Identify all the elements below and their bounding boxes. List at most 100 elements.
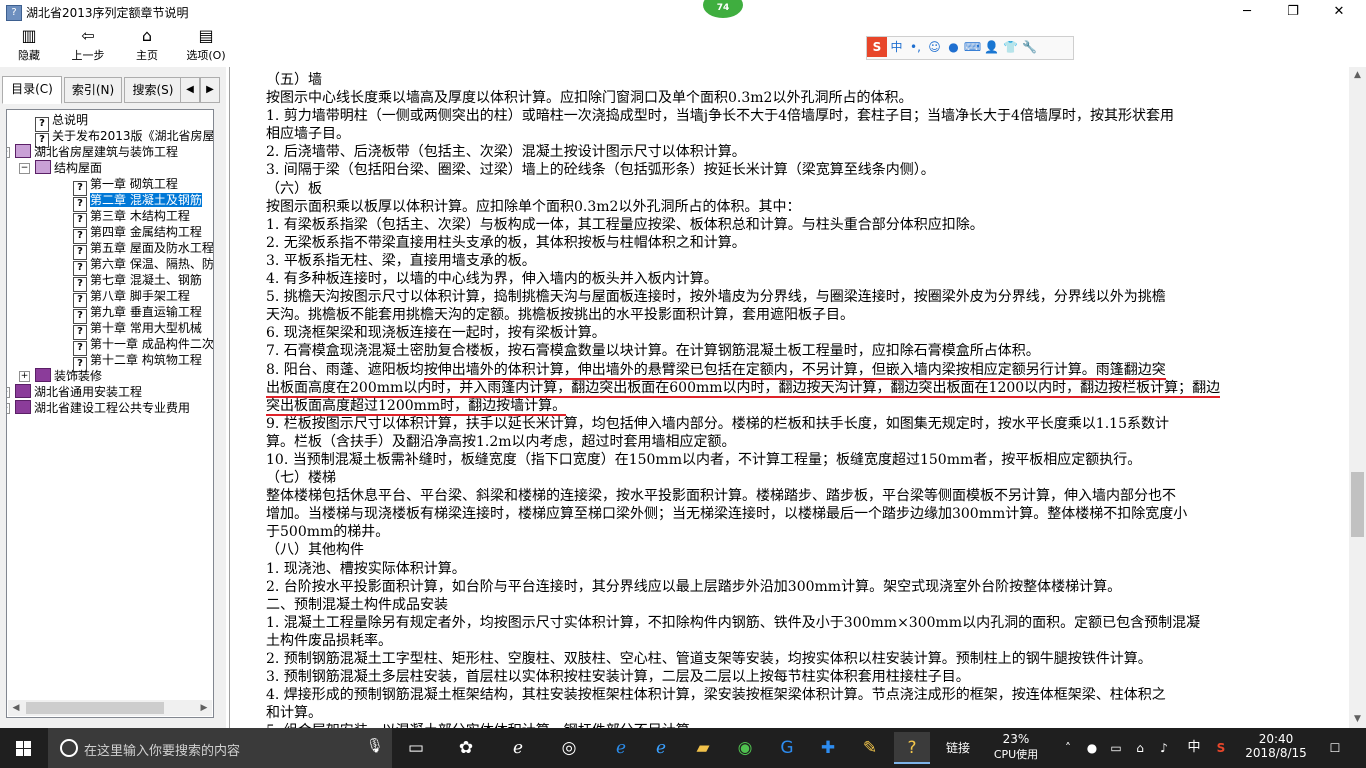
tree-item-label: 第二章 混凝土及钢筋 <box>90 193 202 207</box>
hide-icon: ▥ <box>21 26 37 45</box>
ime-mode[interactable]: 中 <box>887 37 906 57</box>
tree-item[interactable]: ? 第四章 金属结构工程 <box>73 224 202 244</box>
tree-item-label: 第三章 木结构工程 <box>90 209 190 223</box>
tree-item[interactable]: ? 第八章 脚手架工程 <box>73 288 190 308</box>
tree-item[interactable]: ? 第九章 垂直运输工程 <box>73 304 202 324</box>
close-button[interactable]: ✕ <box>1316 0 1362 24</box>
ime-toolbar[interactable]: S 中 •, ☺ ● ⌨ 👤 👕 🔧 <box>866 36 1074 60</box>
text-line: 6. 现浇框架梁和现浇板连接在一起时，按有梁板计算。 <box>266 325 606 342</box>
tab-scroll-left-button[interactable]: ◀ <box>180 77 200 103</box>
collapse-icon[interactable]: − <box>7 147 10 158</box>
emoji-icon[interactable]: ☺ <box>925 37 944 57</box>
text-line: 3. 间隔于梁（包括阳台梁、圈梁、过梁）墙上的砼线条（包括弧形条）按延长米计算（… <box>266 162 935 179</box>
cpu-usage[interactable]: 23% CPU使用 <box>984 728 1048 768</box>
tree-item[interactable]: ? 第三章 木结构工程 <box>73 208 190 228</box>
battery-icon[interactable]: ▭ <box>1106 728 1126 768</box>
tree-item[interactable]: ? 第十二章 构筑物工程 <box>73 352 202 372</box>
user-icon[interactable]: 👤 <box>982 37 1001 57</box>
maximize-button[interactable]: ❐ <box>1270 0 1316 24</box>
clock[interactable]: 20:40 2018/8/15 <box>1236 728 1316 768</box>
contents-tree[interactable]: ?总说明?关于发布2013版《湖北省房屋−湖北省房屋建筑与装饰工程−结构屋面?第… <box>6 109 214 718</box>
tree-horizontal-scrollbar[interactable]: ◀ ▶ <box>8 700 212 716</box>
content-pane: （五）墙 按图示中心线长度乘以墙高及厚度以体积计算。应扣除门窗洞口及单个面积0.3… <box>229 67 1350 728</box>
tree-item[interactable]: ? 第一章 砌筑工程 <box>73 176 178 196</box>
tree-item[interactable]: ? 第七章 混凝土、钢筋 <box>73 272 202 292</box>
notification-badge[interactable]: 74 <box>703 0 743 18</box>
help-app-icon[interactable]: ? <box>894 732 930 764</box>
ie-browser-icon[interactable]: ℯ <box>500 732 536 764</box>
start-button[interactable] <box>0 728 48 768</box>
options-button[interactable]: ▤ 选项(O) <box>182 24 230 66</box>
tree-item[interactable]: ? 第五章 屋面及防水工程 <box>73 240 213 260</box>
tab-contents[interactable]: 目录(C) <box>2 76 62 104</box>
text-line: 5. 挑檐天沟按图示尺寸以体积计算，捣制挑檐天沟与屋面板连接时，按外墙皮为分界线… <box>266 289 1166 306</box>
scroll-thumb[interactable] <box>26 702 164 714</box>
plus-app-icon[interactable]: ✚ <box>810 732 846 764</box>
voice-icon[interactable]: ● <box>944 37 963 57</box>
punctuation-icon[interactable]: •, <box>906 37 925 57</box>
tree-item[interactable]: + 湖北省建设工程公共专业费用 <box>7 400 190 416</box>
toolbar: ▥ 隐藏 ⇦ 上一步 ⌂ 主页 ▤ 选项(O) S 中 •, ☺ ● ⌨ 👤 👕 🔧 <box>0 24 1366 67</box>
tree-item-label: 总说明 <box>52 113 89 127</box>
internet-explorer-icon[interactable]: ℯ <box>643 732 679 764</box>
tree-item[interactable]: ? 第十章 常用大型机械 <box>73 320 202 340</box>
tree-item[interactable]: + 湖北省通用安装工程 <box>7 384 142 400</box>
tree-item[interactable]: − 湖北省房屋建筑与装饰工程 <box>7 144 179 160</box>
scroll-right-arrow-icon[interactable]: ▶ <box>196 700 212 716</box>
microphone-icon[interactable]: 🎙 <box>366 738 384 754</box>
tree-item-label: 第七章 混凝土、钢筋 <box>90 273 202 287</box>
text-line: 相应墙子目。 <box>266 126 350 143</box>
book-icon <box>35 368 51 382</box>
links-toolbar[interactable]: 链接 <box>940 728 976 768</box>
hide-button[interactable]: ▥ 隐藏 <box>6 24 52 66</box>
text-line: 突出板面高度超过1200mm时，翻边按墙计算。 <box>266 397 1344 416</box>
expand-icon[interactable]: + <box>7 403 10 414</box>
collapse-icon[interactable]: − <box>19 163 30 174</box>
tree-item[interactable]: ? 第十一章 成品构件二次 <box>73 336 213 356</box>
tree-item[interactable]: ? 关于发布2013版《湖北省房屋 <box>35 128 213 148</box>
edge-icon[interactable]: ℯ <box>603 732 639 764</box>
sogou-logo-icon[interactable]: S <box>867 37 887 57</box>
volume-icon[interactable]: ♪ <box>1154 728 1174 768</box>
file-explorer-icon[interactable]: ▰ <box>685 732 721 764</box>
skin-icon[interactable]: 👕 <box>1001 37 1020 57</box>
settings-wrench-icon[interactable]: 🔧 <box>1020 37 1039 57</box>
tree-item[interactable]: ? 第二章 混凝土及钢筋 <box>73 192 202 212</box>
ime-language[interactable]: 中 <box>1184 728 1204 768</box>
g-app-icon[interactable]: G <box>769 732 805 764</box>
tree-item[interactable]: + 装饰装修 <box>19 368 102 384</box>
show-hidden-icons-icon[interactable]: ˄ <box>1058 728 1078 768</box>
tab-scroll-right-button[interactable]: ▶ <box>200 77 220 103</box>
tree-item[interactable]: ? 总说明 <box>35 112 89 132</box>
expand-icon[interactable]: + <box>19 371 30 382</box>
back-button[interactable]: ⇦ 上一步 <box>64 24 112 66</box>
green-app-icon[interactable]: ◉ <box>727 732 763 764</box>
home-button[interactable]: ⌂ 主页 <box>126 24 168 66</box>
expand-icon[interactable]: + <box>7 387 10 398</box>
text-line: 2. 预制钢筋混凝土工字型柱、矩形柱、空腹柱、双肢柱、空心柱、管道支架等安装，均… <box>266 651 1152 667</box>
tab-index[interactable]: 索引(N) <box>64 77 122 103</box>
sogou-tray-icon[interactable]: S <box>1210 728 1232 768</box>
tree-item-label: 湖北省房屋建筑与装饰工程 <box>34 145 179 159</box>
content-vertical-scrollbar[interactable]: ▲ ▼ <box>1349 67 1366 728</box>
scroll-left-arrow-icon[interactable]: ◀ <box>8 700 24 716</box>
notes-app-icon[interactable]: ✎ <box>852 732 888 764</box>
notifications-icon[interactable]: ☐ <box>1320 728 1350 768</box>
security-icon[interactable]: ● <box>1082 728 1102 768</box>
minimize-button[interactable]: ─ <box>1224 0 1270 24</box>
task-view-icon[interactable]: ▭ <box>398 732 434 764</box>
network-icon[interactable]: ⌂ <box>1130 728 1150 768</box>
tab-search[interactable]: 搜索(S) <box>124 77 182 103</box>
fan-app-icon[interactable]: ✿ <box>448 732 484 764</box>
text-line: 9. 栏板按图示尺寸以体积计算，扶手以延长米计算，均包括伸入墙内部分。楼梯的栏板… <box>266 415 1169 432</box>
tree-item[interactable]: − 结构屋面 <box>19 160 102 176</box>
taskbar-search-box[interactable]: 在这里输入你要搜索的内容 🎙 <box>48 728 392 768</box>
browser-app-icon[interactable]: ◎ <box>551 732 587 764</box>
text-line: 土构件废品损耗率。 <box>266 632 392 649</box>
scroll-down-arrow-icon[interactable]: ▼ <box>1349 711 1366 728</box>
tree-item[interactable]: ? 第六章 保温、隔热、防 <box>73 256 213 276</box>
red-underline-annotation: 突出板面高度超过1200mm时，翻边按墙计算。 <box>266 397 567 416</box>
scroll-up-arrow-icon[interactable]: ▲ <box>1349 67 1366 84</box>
keyboard-icon[interactable]: ⌨ <box>963 37 982 57</box>
scroll-thumb[interactable] <box>1351 472 1364 537</box>
